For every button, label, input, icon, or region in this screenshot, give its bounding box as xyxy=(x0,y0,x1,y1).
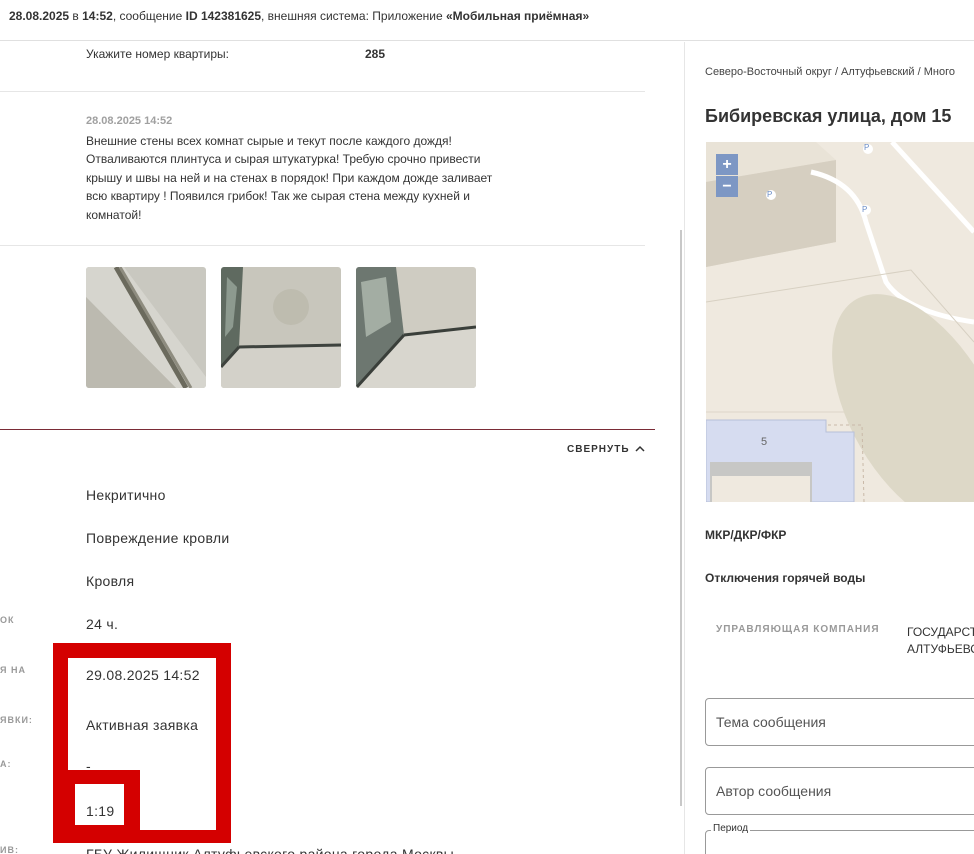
zoom-in-button[interactable]: + xyxy=(716,154,738,175)
message-header: 28.08.2025 в 14:52, сообщение ID 1423816… xyxy=(0,0,974,41)
divider xyxy=(0,245,645,246)
message-text: Внешние стены всех комнат сырые и текут … xyxy=(86,134,493,222)
header-system-prefix: , внешняя система: Приложение xyxy=(261,9,446,23)
message-date: 28.08.2025 14:52 xyxy=(86,115,173,127)
period-label: Период xyxy=(711,823,751,834)
author-field[interactable] xyxy=(705,767,974,815)
highlight-box-small xyxy=(53,770,140,843)
apartment-label: Укажите номер квартиры: xyxy=(86,47,230,61)
collapse-button[interactable]: СВЕРНУТЬ xyxy=(567,444,645,455)
management-company-line: АЛТУФЬЕВС xyxy=(907,642,974,656)
deadline-value: 24 ч. xyxy=(86,616,119,632)
mkr-label[interactable]: МКР/ДКР/ФКР xyxy=(705,528,786,542)
header-msg-id: ID 142381625 xyxy=(185,9,262,23)
field-label: ИВ: xyxy=(0,845,19,854)
problem-value: Повреждение кровли xyxy=(86,530,230,546)
subject-input[interactable] xyxy=(706,699,974,745)
photo-thumbnail-1[interactable] xyxy=(86,267,206,388)
house-address: Бибиревская улица, дом 15 xyxy=(705,106,952,126)
parking-icon: P xyxy=(767,190,773,199)
executor-value: ГБУ Жилищник Алтуфьевского района города… xyxy=(86,846,455,854)
header-system-name: «Мобильная приёмная» xyxy=(446,9,590,23)
header-msg-prefix: , сообщение xyxy=(112,9,186,23)
category-value: Кровля xyxy=(86,573,135,589)
section-divider xyxy=(0,429,655,430)
apartment-value: 285 xyxy=(365,47,386,61)
field-label: А: xyxy=(0,759,12,769)
subject-field[interactable] xyxy=(705,698,974,746)
header-date: 28.08.2025 xyxy=(9,9,70,23)
field-label: ЯВКИ: xyxy=(0,715,33,725)
author-input[interactable] xyxy=(706,768,974,814)
field-label: Я НА xyxy=(0,665,26,675)
hot-water-label[interactable]: Отключения горячей воды xyxy=(705,571,865,585)
divider xyxy=(0,91,645,92)
parking-icon: P xyxy=(864,143,870,152)
scrollbar[interactable] xyxy=(680,230,682,806)
period-field[interactable]: Период xyxy=(705,823,974,854)
apartment-row: Укажите номер квартиры: 285 xyxy=(86,47,385,61)
house-number-label: 5 xyxy=(761,436,768,448)
photo-thumbnail-2[interactable] xyxy=(221,267,341,388)
criticality-value: Некритично xyxy=(86,487,166,503)
header-in-word: в xyxy=(72,9,79,23)
header-time: 14:52 xyxy=(82,9,113,23)
photo-thumbnail-3[interactable] xyxy=(356,267,476,388)
management-company-label: УПРАВЛЯЮЩАЯ КОМПАНИЯ xyxy=(716,624,880,635)
chevron-up-icon xyxy=(633,444,645,455)
field-label: ОК xyxy=(0,615,15,625)
zoom-out-button[interactable]: − xyxy=(716,176,738,197)
parking-icon: P xyxy=(862,205,868,214)
breadcrumb[interactable]: Северо-Восточный округ / Алтуфьевский / … xyxy=(705,66,955,78)
map[interactable]: + − 5 P P P xyxy=(706,142,974,502)
management-company-line: ГОСУДАРСТ xyxy=(907,625,974,639)
collapse-label: СВЕРНУТЬ xyxy=(567,444,630,455)
house-info-panel: Северо-Восточный округ / Алтуфьевский / … xyxy=(685,42,974,854)
management-company-value: ГОСУДАРСТ АЛТУФЬЕВС xyxy=(907,624,974,658)
